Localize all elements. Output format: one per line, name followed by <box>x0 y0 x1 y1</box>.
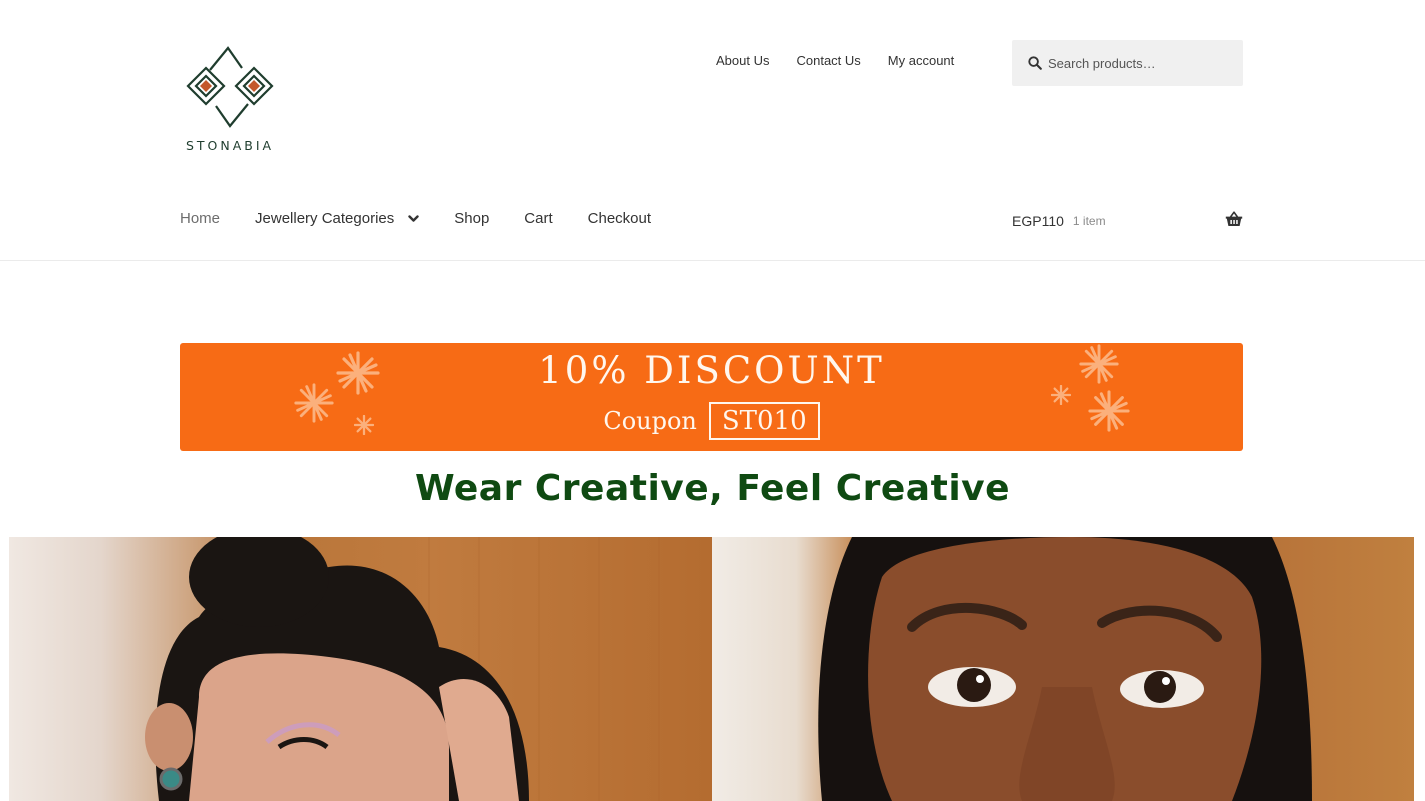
basket-icon[interactable] <box>1225 211 1243 230</box>
site-header: STONABIA About Us Contact Us My account … <box>0 0 1425 261</box>
banner-coupon: Coupon ST010 <box>180 402 1243 440</box>
cart-item-count: 1 item <box>1072 214 1106 228</box>
model-photo-right[interactable] <box>712 537 1414 801</box>
banner-title: 10% DISCOUNT <box>538 349 885 392</box>
model-photo-left[interactable] <box>9 537 712 801</box>
my-account-link[interactable]: My account <box>888 53 954 68</box>
nav-jewellery-categories-label: Jewellery Categories <box>255 210 395 227</box>
model-portrait-left <box>145 537 660 801</box>
coupon-label: Coupon <box>603 407 697 435</box>
nav-home[interactable]: Home <box>180 210 220 227</box>
nav-cart[interactable]: Cart <box>524 210 552 227</box>
nav-jewellery-categories[interactable]: Jewellery Categories <box>255 210 419 227</box>
product-search <box>1012 40 1243 86</box>
contact-us-link[interactable]: Contact Us <box>796 53 860 68</box>
coupon-code: ST010 <box>708 402 820 440</box>
chevron-down-icon[interactable] <box>408 210 419 227</box>
hero-photos <box>9 537 1414 801</box>
logo-mark-icon <box>186 46 274 128</box>
logo-text: STONABIA <box>185 138 275 153</box>
site-logo[interactable]: STONABIA <box>180 40 280 160</box>
about-us-link[interactable]: About Us <box>716 53 769 68</box>
cart-total: EGP110 <box>1012 213 1064 229</box>
nav-checkout[interactable]: Checkout <box>588 210 651 227</box>
nav-shop[interactable]: Shop <box>454 210 489 227</box>
discount-banner[interactable]: 10% DISCOUNT Coupon ST010 <box>180 343 1243 451</box>
header-cart[interactable]: EGP110 1 item <box>1012 210 1243 232</box>
search-icon[interactable] <box>1028 56 1042 70</box>
secondary-nav: About Us Contact Us My account <box>716 53 954 68</box>
tagline: Wear Creative, Feel Creative <box>414 468 1011 509</box>
search-input[interactable] <box>1048 55 1228 71</box>
model-portrait-right <box>818 537 1312 801</box>
primary-nav: Home Jewellery Categories Shop Cart Chec… <box>180 210 686 227</box>
